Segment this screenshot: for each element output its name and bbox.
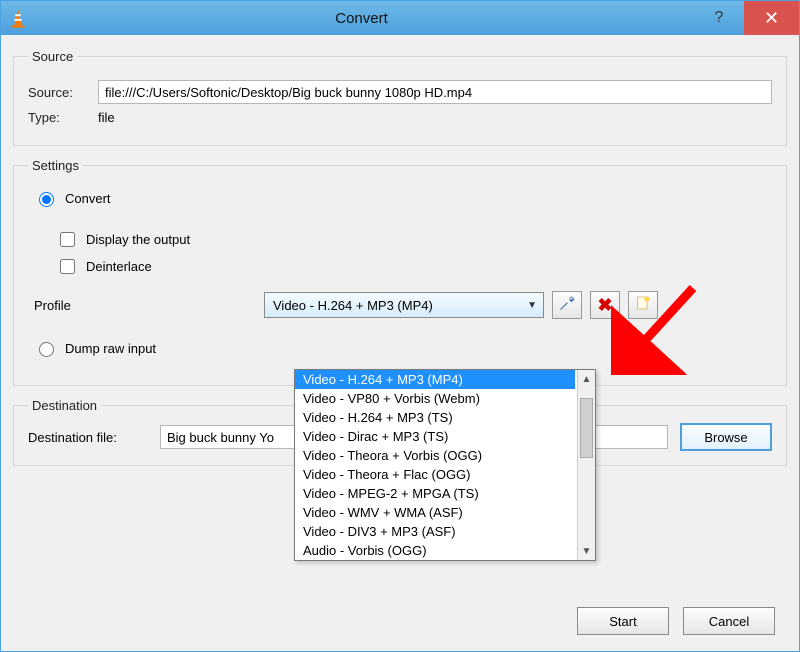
dialog-buttons: Start Cancel (577, 607, 775, 635)
new-profile-button[interactable] (628, 291, 658, 319)
scrollbar-thumb[interactable] (580, 398, 593, 458)
profile-option[interactable]: Video - H.264 + MP3 (MP4) (295, 370, 575, 389)
start-button[interactable]: Start (577, 607, 669, 635)
profile-option[interactable]: Video - MPEG-2 + MPGA (TS) (295, 484, 575, 503)
settings-legend: Settings (28, 158, 83, 173)
wrench-icon (558, 294, 576, 317)
destination-file-label: Destination file: (28, 430, 148, 445)
display-output-label: Display the output (86, 232, 190, 247)
source-input[interactable] (98, 80, 772, 104)
cancel-button[interactable]: Cancel (683, 607, 775, 635)
titlebar: Convert ? ✕ (1, 1, 799, 35)
window-controls: ? ✕ (694, 1, 799, 35)
profile-option[interactable]: Video - WMV + WMA (ASF) (295, 503, 575, 522)
start-button-label: Start (609, 614, 636, 629)
profile-option[interactable]: Video - H.264 + MP3 (TS) (295, 408, 575, 427)
deinterlace-input[interactable] (60, 259, 75, 274)
source-label: Source: (28, 85, 98, 100)
edit-profile-button[interactable] (552, 291, 582, 319)
scrollbar-track[interactable] (578, 388, 595, 542)
source-group: Source Source: Type: file (13, 49, 787, 146)
profile-option[interactable]: Audio - Vorbis (OGG) (295, 541, 575, 560)
profile-option[interactable]: Video - Theora + Vorbis (OGG) (295, 446, 575, 465)
convert-radio-label: Convert (65, 191, 111, 206)
profile-row: Profile Video - H.264 + MP3 (MP4) ▼ ✖ (34, 291, 772, 319)
destination-legend: Destination (28, 398, 101, 413)
vlc-cone-icon (7, 7, 29, 29)
profile-dropdown-items: Video - H.264 + MP3 (MP4)Video - VP80 + … (295, 370, 595, 560)
profile-option[interactable]: Video - Dirac + MP3 (TS) (295, 427, 575, 446)
convert-radio-input[interactable] (39, 192, 54, 207)
display-output-input[interactable] (60, 232, 75, 247)
settings-group: Settings Convert Display the output Dein… (13, 158, 787, 386)
dropdown-scrollbar[interactable]: ▲ ▼ (577, 370, 595, 560)
profile-option[interactable]: Video - DIV3 + MP3 (ASF) (295, 522, 575, 541)
convert-radio[interactable]: Convert (34, 189, 772, 207)
new-document-icon (635, 295, 651, 316)
client-area: Source Source: Type: file Settings Conve… (1, 35, 799, 651)
type-row: Type: file (28, 110, 772, 125)
close-button[interactable]: ✕ (744, 1, 799, 35)
dump-raw-radio-input[interactable] (39, 342, 54, 357)
chevron-down-icon: ▼ (527, 300, 537, 311)
profile-combobox[interactable]: Video - H.264 + MP3 (MP4) ▼ (264, 292, 544, 318)
delete-profile-button[interactable]: ✖ (590, 291, 620, 319)
delete-x-icon: ✖ (597, 295, 612, 316)
profile-option[interactable]: Video - Theora + Flac (OGG) (295, 465, 575, 484)
source-row: Source: (28, 80, 772, 104)
deinterlace-label: Deinterlace (86, 259, 152, 274)
profile-option[interactable]: Video - VP80 + Vorbis (Webm) (295, 389, 575, 408)
source-legend: Source (28, 49, 77, 64)
dump-raw-label: Dump raw input (65, 341, 156, 356)
display-output-checkbox[interactable]: Display the output (56, 229, 772, 250)
cancel-button-label: Cancel (709, 614, 749, 629)
profile-label: Profile (34, 298, 264, 313)
browse-button[interactable]: Browse (680, 423, 772, 451)
type-label: Type: (28, 110, 98, 125)
deinterlace-checkbox[interactable]: Deinterlace (56, 256, 772, 277)
profile-selected-text: Video - H.264 + MP3 (MP4) (273, 298, 433, 313)
type-value: file (98, 110, 115, 125)
window-title: Convert (29, 10, 694, 27)
dump-raw-radio[interactable]: Dump raw input (34, 339, 772, 357)
scroll-up-icon[interactable]: ▲ (578, 370, 595, 388)
browse-button-label: Browse (704, 430, 747, 445)
profile-dropdown-list[interactable]: Video - H.264 + MP3 (MP4)Video - VP80 + … (294, 369, 596, 561)
help-button[interactable]: ? (694, 1, 744, 35)
convert-window: Convert ? ✕ Source Source: Type: file Se… (0, 0, 800, 652)
scroll-down-icon[interactable]: ▼ (578, 542, 595, 560)
